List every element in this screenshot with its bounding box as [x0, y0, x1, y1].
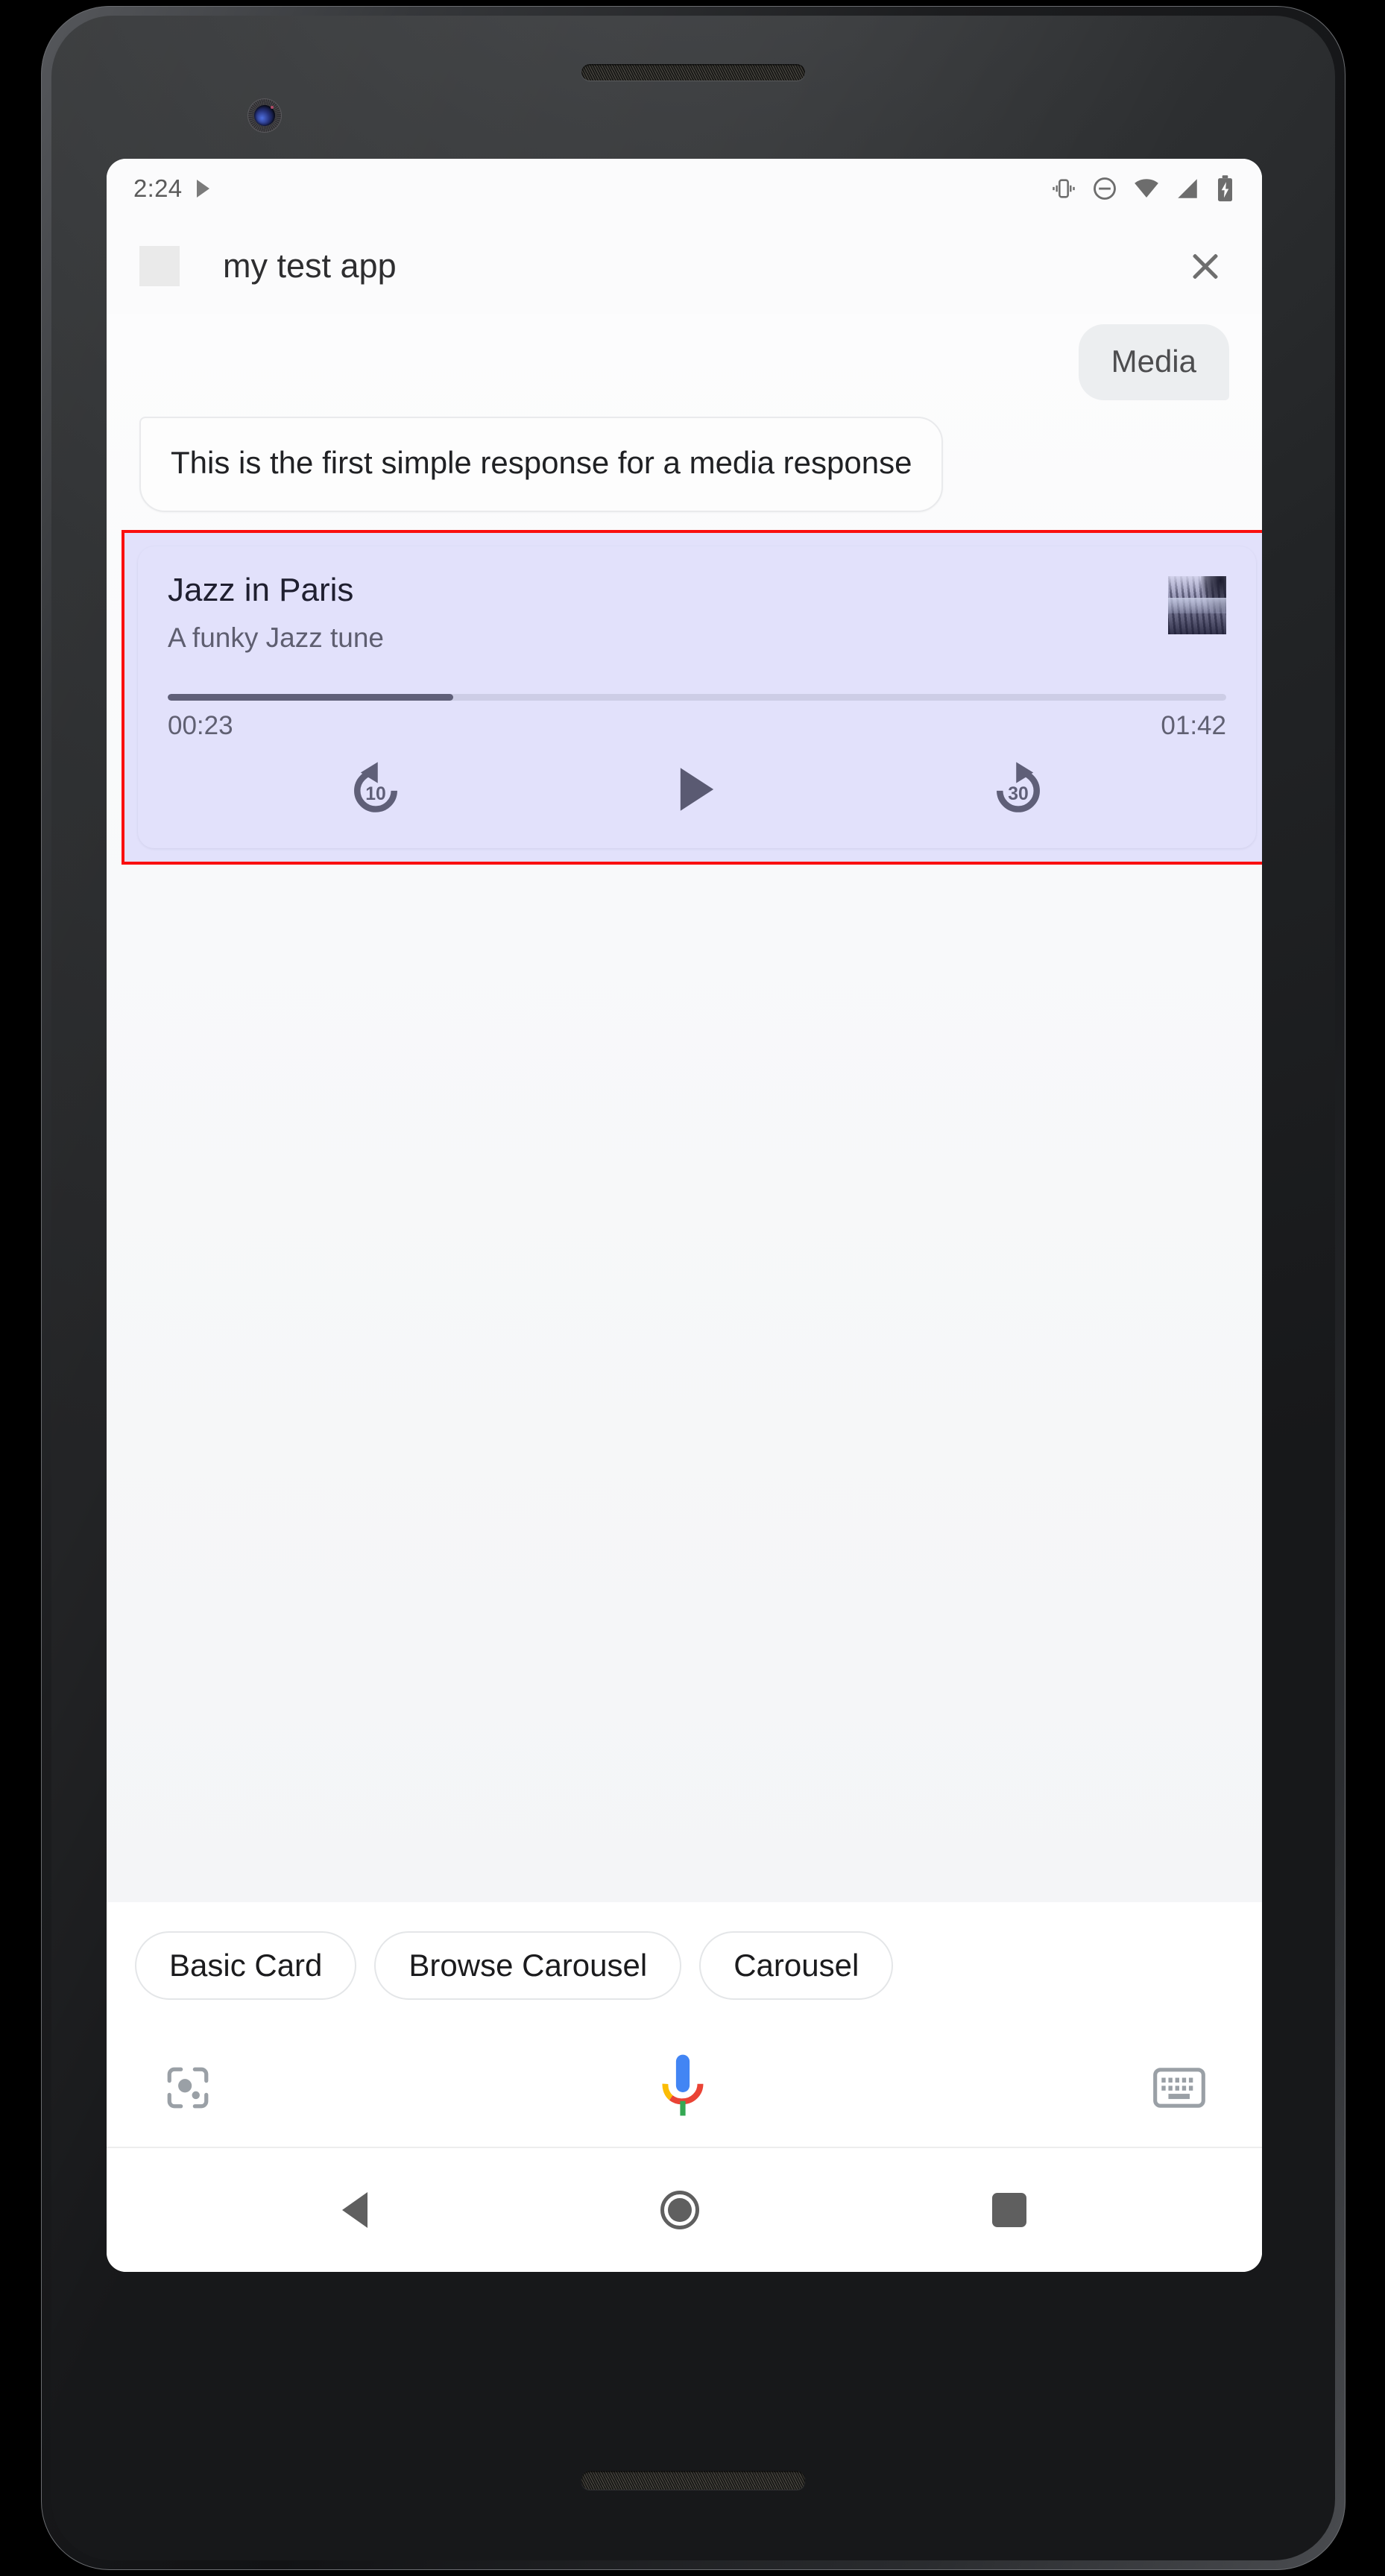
replay-10-icon[interactable]: 10: [342, 756, 409, 823]
suggestion-chips: Basic Card Browse Carousel Carousel: [107, 1902, 1262, 2029]
cell-signal-icon: [1178, 179, 1197, 198]
album-art-image: [1168, 575, 1226, 634]
home-circle-icon[interactable]: [660, 2191, 699, 2229]
bottom-speaker-grille: [581, 2471, 805, 2490]
app-header: my test app: [107, 218, 1262, 314]
play-icon[interactable]: [663, 756, 731, 823]
keyboard-icon[interactable]: [1153, 2068, 1205, 2108]
battery-charging-icon: [1218, 175, 1232, 202]
media-progress-fill: [168, 693, 454, 701]
wifi-icon: [1135, 179, 1158, 198]
user-message-bubble: Media: [1078, 324, 1229, 400]
media-time-row: 00:23 01:42: [168, 711, 1226, 741]
agent-message-bubble: This is the first simple response for a …: [139, 417, 944, 512]
media-card-text: Jazz in Paris A funky Jazz tune: [168, 572, 1168, 654]
play-arrow-icon: [197, 180, 210, 198]
earpiece-speaker-grille: [581, 64, 805, 80]
suggestion-chip-carousel[interactable]: Carousel: [699, 1931, 894, 2000]
assistant-mic-icon[interactable]: [654, 2052, 712, 2124]
phone-device: 2:24 my test app Media This is the first…: [41, 6, 1345, 2570]
status-bar: 2:24: [107, 159, 1262, 218]
page-title: my test app: [223, 247, 397, 285]
media-current-time: 00:23: [168, 710, 233, 740]
close-icon[interactable]: [1181, 242, 1229, 290]
forward-30-icon[interactable]: 30: [985, 756, 1052, 823]
media-card-header: Jazz in Paris A funky Jazz tune: [168, 572, 1226, 654]
suggestion-chip-basic-card[interactable]: Basic Card: [135, 1931, 357, 2000]
do-not-disturb-icon: [1094, 177, 1116, 200]
status-time: 2:24: [133, 174, 183, 202]
media-controls: 10 30: [168, 756, 1226, 826]
status-bar-right: [1051, 174, 1235, 203]
back-triangle-icon[interactable]: [342, 2192, 368, 2228]
agent-message-row: This is the first simple response for a …: [107, 400, 1262, 512]
media-response-card[interactable]: Jazz in Paris A funky Jazz tune 00:23 01…: [138, 546, 1256, 848]
svg-text:30: 30: [1008, 783, 1029, 804]
app-placeholder-icon: [139, 246, 180, 286]
media-card-focus-highlight: Jazz in Paris A funky Jazz tune 00:23 01…: [122, 529, 1262, 865]
phone-screen: 2:24 my test app Media This is the first…: [107, 159, 1262, 2272]
media-subtitle: A funky Jazz tune: [168, 622, 385, 653]
vibrate-icon: [1053, 179, 1075, 198]
assistant-input-bar: [107, 2029, 1262, 2148]
front-camera: [247, 98, 282, 133]
media-title: Jazz in Paris: [168, 571, 354, 608]
conversation-area: Media This is the first simple response …: [107, 314, 1262, 1902]
google-lens-icon[interactable]: [163, 2063, 212, 2112]
suggestion-chip-browse-carousel[interactable]: Browse Carousel: [374, 1931, 682, 2000]
media-progress-bar[interactable]: [168, 693, 1226, 701]
android-nav-bar: [107, 2148, 1262, 2272]
svg-text:10: 10: [366, 783, 387, 804]
media-total-time: 01:42: [1161, 710, 1226, 740]
recents-square-icon[interactable]: [991, 2193, 1026, 2227]
status-bar-left: 2:24: [133, 174, 210, 203]
user-message-row: Media: [107, 324, 1262, 400]
